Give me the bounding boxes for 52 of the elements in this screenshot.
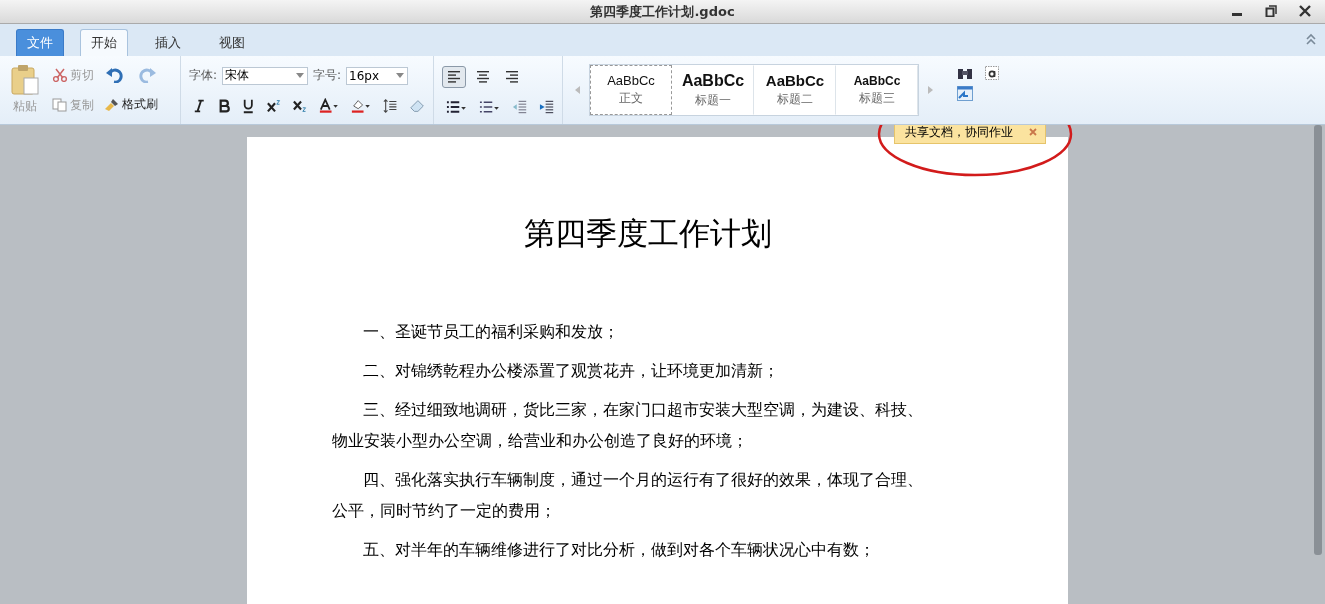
underline-icon[interactable] — [242, 97, 255, 114]
scissors-icon — [52, 68, 68, 82]
paintbrush-icon — [104, 97, 120, 112]
align-left-button[interactable] — [442, 66, 466, 88]
align-icon — [475, 70, 491, 84]
style-option[interactable]: AaBbCc 正文 — [590, 65, 672, 115]
style-label: 正文 — [619, 90, 643, 107]
scrollbar[interactable] — [1314, 125, 1322, 555]
ribbon-tab[interactable]: 视图 — [208, 29, 256, 56]
close-icon[interactable] — [1299, 5, 1311, 17]
paragraph: 四、强化落实执行车辆制度，通过一个月的运行有了很好的效果，体现了合理、公平，同时节约了一定的费用； — [332, 470, 925, 522]
format-painter-button[interactable]: 格式刷 — [104, 96, 158, 114]
window-title: 第四季度工作计划.gdoc — [590, 2, 735, 21]
style-sample: AaBbCc — [765, 72, 825, 89]
style-label: 标题三 — [859, 89, 895, 107]
font-size-dropdown[interactable]: 16px — [346, 66, 409, 85]
copy-icon — [52, 98, 68, 112]
bullet-list-icon[interactable] — [446, 100, 467, 114]
font-size-label: 字号: — [313, 67, 342, 84]
font-color-icon[interactable] — [319, 97, 339, 114]
paragraph: 二、对锦绣乾程办公楼添置了观赏花卉，让环境更加清新； — [362, 361, 781, 382]
tooltip-text: 共享文档，协同作业 — [905, 125, 1013, 141]
paragraph: 五、对半年的车辆维修进行了对比分析，做到对各个车辆状况心中有数； — [362, 540, 877, 561]
collapse-ribbon-icon[interactable] — [1305, 33, 1317, 45]
document-title: 第四季度工作计划 — [522, 214, 773, 253]
binoculars-icon[interactable] — [957, 66, 973, 80]
font-label: 字体: — [189, 67, 218, 84]
style-sample: AaBbCc — [607, 73, 655, 88]
undo-icon[interactable] — [106, 66, 124, 83]
decrease-indent-icon[interactable] — [511, 100, 527, 114]
paragraph: 三、经过细致地调研，货比三家，在家门口超市安装大型空调，为建设、科技、物业安装小型办公空调，给营业和办公创造了良好的环境； — [332, 400, 925, 452]
clipboard-icon — [10, 64, 40, 96]
style-label: 标题二 — [777, 91, 813, 108]
share-document-icon[interactable] — [957, 86, 973, 101]
align-icon — [504, 70, 520, 84]
style-label: 标题一 — [695, 91, 731, 109]
line-spacing-icon[interactable] — [382, 97, 397, 114]
highlight-icon[interactable] — [350, 97, 371, 114]
ribbon-tab[interactable]: 插入 — [144, 29, 192, 56]
bold-icon[interactable] — [217, 97, 231, 114]
italic-icon[interactable] — [193, 97, 206, 114]
style-sample: AaBbCc — [681, 71, 745, 90]
font-dropdown[interactable]: 宋体 — [222, 66, 309, 85]
style-sample: AaBbCc — [853, 73, 901, 88]
ribbon-tab[interactable]: 开始 — [80, 29, 128, 56]
select-text-icon[interactable] — [985, 66, 999, 80]
increase-indent-icon[interactable] — [538, 100, 554, 114]
superscript-icon[interactable] — [266, 97, 281, 114]
numbered-list-icon[interactable] — [478, 100, 500, 114]
paragraph: 一、圣诞节员工的福利采购和发放； — [362, 322, 621, 343]
restore-icon[interactable] — [1265, 5, 1277, 17]
align-icon — [446, 70, 462, 84]
